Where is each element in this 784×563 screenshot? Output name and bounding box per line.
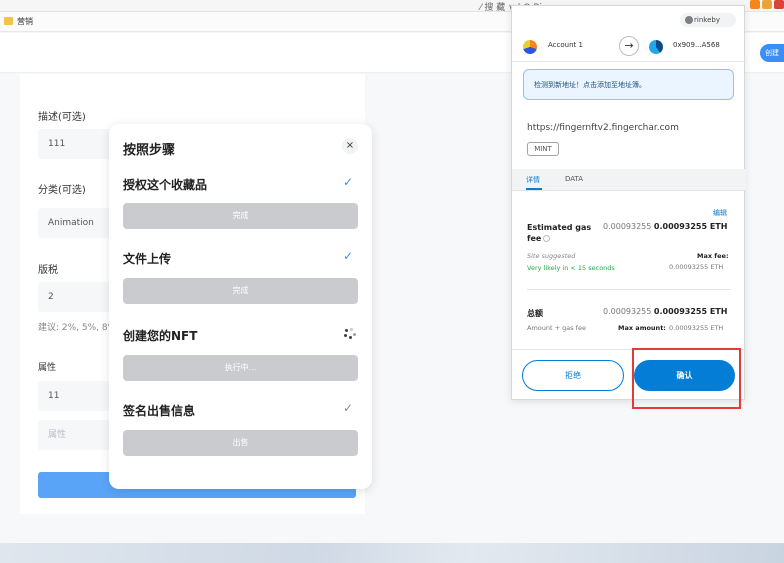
max-fee-value: 0.00093255 ETH (669, 263, 724, 271)
metamask-extension-icon[interactable] (750, 0, 760, 9)
description-label: 描述(可选) (38, 112, 86, 123)
tab-details[interactable]: 详情 (526, 175, 540, 185)
network-selector[interactable]: rinkeby (680, 13, 736, 27)
total-value: 0.00093255 0.00093255 ETH (603, 307, 727, 316)
amount-gas-label: Amount + gas fee (527, 324, 586, 332)
highlight-annotation (632, 348, 741, 409)
method-badge: MINT (527, 142, 559, 156)
estimated-gas-value: 0.00093255 0.00093255 ETH (603, 222, 727, 231)
royalty-field[interactable]: 2 (38, 282, 118, 312)
royalty-label: 版税 (38, 265, 58, 276)
site-suggested-text: Site suggested (527, 252, 576, 260)
check-icon: ✓ (343, 249, 354, 263)
step-sign-name: 签名出售信息 (123, 404, 196, 418)
estimated-gas-label: Estimated gas fee (527, 222, 597, 244)
loading-spinner-icon (343, 327, 357, 341)
new-address-notice[interactable]: 检测到新地址！点击添加至地址簿。 (523, 69, 734, 100)
max-fee-label: Max fee: (697, 252, 729, 260)
contract-avatar (649, 40, 663, 54)
tab-data[interactable]: DATA (565, 175, 583, 183)
network-name: rinkeby (694, 16, 720, 24)
info-icon[interactable] (543, 235, 551, 242)
category-label: 分类(可选) (38, 185, 86, 196)
steps-modal: 按照步骤 × 授权这个收藏品 ✓ 完成 文件上传 ✓ 完成 创建您的NFT 执行… (109, 124, 372, 489)
attribute-field[interactable]: 11 (38, 381, 118, 411)
contract-address[interactable]: 0x909...A568 (673, 41, 720, 49)
attribute-field-empty[interactable]: 属性 (38, 420, 118, 450)
account-row: Account 1 → 0x909...A568 (512, 32, 746, 62)
step-mint-button[interactable]: 执行中... (123, 355, 358, 381)
close-icon[interactable]: × (342, 138, 358, 154)
max-amount-value: 0.00093255 ETH (669, 324, 724, 332)
gas-timing-text: Very likely in < 15 seconds (527, 264, 615, 272)
total-value-bold: 0.00093255 ETH (653, 307, 728, 316)
divider (527, 289, 731, 290)
arrow-right-icon: → (619, 36, 639, 56)
estimated-gas-label-text: Estimated gas fee (527, 223, 592, 243)
folder-icon (4, 17, 13, 25)
royalty-hint: 建议: 2%, 5%, 8% (38, 323, 117, 333)
extension-icon[interactable] (774, 0, 784, 9)
check-icon: ✓ (343, 401, 354, 415)
edit-gas-link[interactable]: 编辑 (713, 208, 727, 218)
step-sell-button[interactable]: 出售 (123, 430, 358, 456)
step-mint-name: 创建您的NFT (123, 329, 198, 343)
max-amount-label: Max amount: (618, 324, 666, 332)
details-tabs: 详情 DATA (512, 169, 746, 191)
account-avatar (523, 40, 537, 54)
step-approve-button[interactable]: 完成 (123, 203, 358, 229)
footer-decoration (0, 543, 784, 563)
gas-value-bold: 0.00093255 ETH (653, 222, 728, 231)
create-button[interactable]: 创建 (760, 44, 784, 62)
category-select[interactable]: Animation (38, 208, 118, 238)
extension-icon[interactable] (762, 0, 772, 9)
metamask-popup: rinkeby Account 1 → 0x909...A568 检测到新地址！… (511, 5, 746, 400)
tab-active-indicator (526, 188, 542, 190)
attributes-label: 属性 (38, 363, 57, 373)
total-value-muted: 0.00093255 (603, 307, 652, 316)
network-icon (685, 16, 693, 24)
total-label: 总额 (527, 309, 543, 318)
check-icon: ✓ (343, 175, 354, 189)
extension-icons (750, 0, 784, 10)
step-approve-name: 授权这个收藏品 (123, 178, 208, 192)
step-upload-name: 文件上传 (123, 252, 172, 266)
bookmark-folder-label[interactable]: 营销 (17, 16, 33, 27)
site-origin: https://fingernftv2.fingerchar.com (527, 123, 679, 133)
steps-modal-title: 按照步骤 (123, 143, 176, 158)
gas-value-muted: 0.00093255 (603, 222, 652, 231)
reject-button[interactable]: 拒绝 (522, 360, 624, 391)
description-field[interactable]: 111 (38, 129, 118, 159)
step-upload-button[interactable]: 完成 (123, 278, 358, 304)
account-name[interactable]: Account 1 (548, 41, 583, 49)
